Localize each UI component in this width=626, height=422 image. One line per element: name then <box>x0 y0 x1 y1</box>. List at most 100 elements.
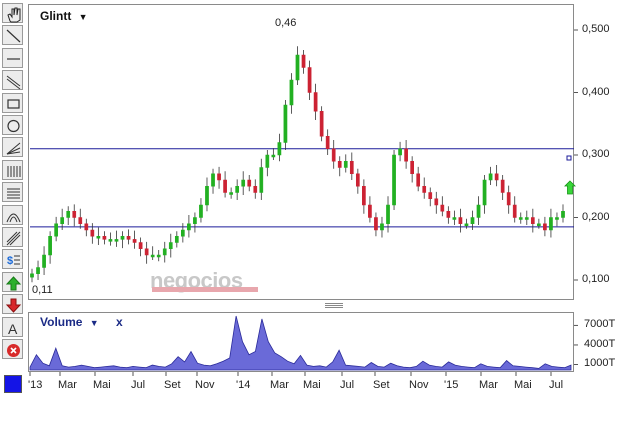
triangle-down-icon[interactable]: ▼ <box>79 12 88 22</box>
candle-down <box>404 148 408 162</box>
volume-indicator-selector[interactable]: Volume ▼ <box>40 315 99 329</box>
candle-up <box>181 229 185 237</box>
time-axis-label: '14 <box>236 379 251 391</box>
time-axis-label: Jul <box>131 379 146 391</box>
price-axis-label: 0,500 <box>582 23 610 35</box>
candle-down <box>543 223 547 231</box>
candle-down <box>494 173 499 181</box>
candle-up <box>156 254 161 258</box>
candle-up <box>168 242 173 249</box>
candle-up <box>537 223 541 226</box>
time-axis-label: Mar <box>58 379 77 391</box>
candle-up <box>283 104 288 143</box>
time-axis-label: Set <box>373 379 390 391</box>
candle-up <box>380 223 384 231</box>
candle-up <box>54 223 58 237</box>
candle-down <box>247 179 252 187</box>
candle-up <box>199 204 203 218</box>
time-axis-label: Set <box>164 379 181 391</box>
stock-name[interactable]: Glintt <box>40 9 71 23</box>
min-annotation: 0,11 <box>32 284 53 296</box>
volume-axis-label: 1000T <box>584 357 616 370</box>
candle-down <box>102 236 107 240</box>
candle-up <box>470 217 475 224</box>
candle-up <box>295 54 300 81</box>
candle-down <box>512 204 517 218</box>
volume-axis-label: 4000T <box>584 337 616 350</box>
time-axis-label: Nov <box>195 379 215 391</box>
volume-title[interactable]: Volume <box>40 315 82 329</box>
candle-up <box>289 79 294 106</box>
candle-down <box>90 229 95 237</box>
candle-up <box>392 154 396 206</box>
candle-up <box>36 267 40 274</box>
time-axis-label: '13 <box>28 379 43 391</box>
price-axis-label: 0,200 <box>582 210 610 223</box>
candle-up <box>66 211 71 218</box>
candle-down <box>337 161 342 168</box>
panel-splitter-handle[interactable] <box>325 302 343 310</box>
time-axis-label: '15 <box>444 379 459 391</box>
candle-up <box>162 248 167 256</box>
candle-down <box>506 192 511 206</box>
candle-down <box>78 217 83 224</box>
time-axis-label: Mai <box>303 379 321 391</box>
time-axis-label: Jul <box>340 379 355 391</box>
max-annotation: 0,46 <box>275 17 297 29</box>
candle-down <box>72 211 77 218</box>
candle-up <box>120 236 125 240</box>
candle-down <box>446 211 451 218</box>
candle-down <box>368 204 372 218</box>
candle-down <box>440 204 445 212</box>
candle-down <box>374 217 378 231</box>
candle-up <box>187 223 191 231</box>
candle-down <box>416 173 421 187</box>
candle-up <box>476 204 481 218</box>
time-axis-label: Nov <box>409 379 429 391</box>
candle-down <box>500 179 505 193</box>
stock-selector[interactable]: Glintt ▼ <box>40 9 88 23</box>
candle-down <box>313 92 318 112</box>
close-volume-button[interactable]: x <box>116 315 123 329</box>
candle-up <box>229 192 233 195</box>
candle-down <box>144 248 149 256</box>
triangle-down-icon[interactable]: ▼ <box>90 318 99 328</box>
candle-up <box>524 217 529 220</box>
candle-down <box>349 161 354 174</box>
candle-up <box>241 179 246 187</box>
candle-down <box>362 186 366 206</box>
candle-up <box>60 217 65 224</box>
candle-down <box>331 148 336 162</box>
time-axis-label: Mar <box>270 379 289 391</box>
candle-up <box>398 148 402 156</box>
candle-up <box>343 161 348 168</box>
candle-up <box>488 173 493 181</box>
candle-down <box>422 186 427 193</box>
candle-up <box>211 173 215 187</box>
price-axis-label: 0,300 <box>582 148 610 160</box>
price-axis-label: 0,400 <box>582 85 610 98</box>
color-picker-swatch[interactable] <box>4 375 22 393</box>
candle-down <box>319 111 324 137</box>
candle-up <box>42 254 46 268</box>
candle-up <box>150 254 155 258</box>
candle-down <box>307 67 312 93</box>
candle-up <box>96 236 101 239</box>
candle-down <box>325 136 330 149</box>
candle-down <box>253 186 258 193</box>
candle-up <box>30 273 34 278</box>
price-axis-label: 0,100 <box>582 273 610 285</box>
candle-up <box>271 154 276 158</box>
time-axis-label: Mai <box>93 379 111 391</box>
candle-up <box>193 217 197 224</box>
candle-up <box>174 236 179 243</box>
candle-up <box>452 217 457 220</box>
candle-down <box>530 217 535 224</box>
candle-up <box>265 154 270 168</box>
time-axis-label: Mar <box>479 379 498 391</box>
volume-area <box>29 315 572 371</box>
candle-down <box>301 54 306 68</box>
candle-up <box>561 211 565 218</box>
selection-handle <box>566 155 572 161</box>
candle-down <box>126 236 131 240</box>
